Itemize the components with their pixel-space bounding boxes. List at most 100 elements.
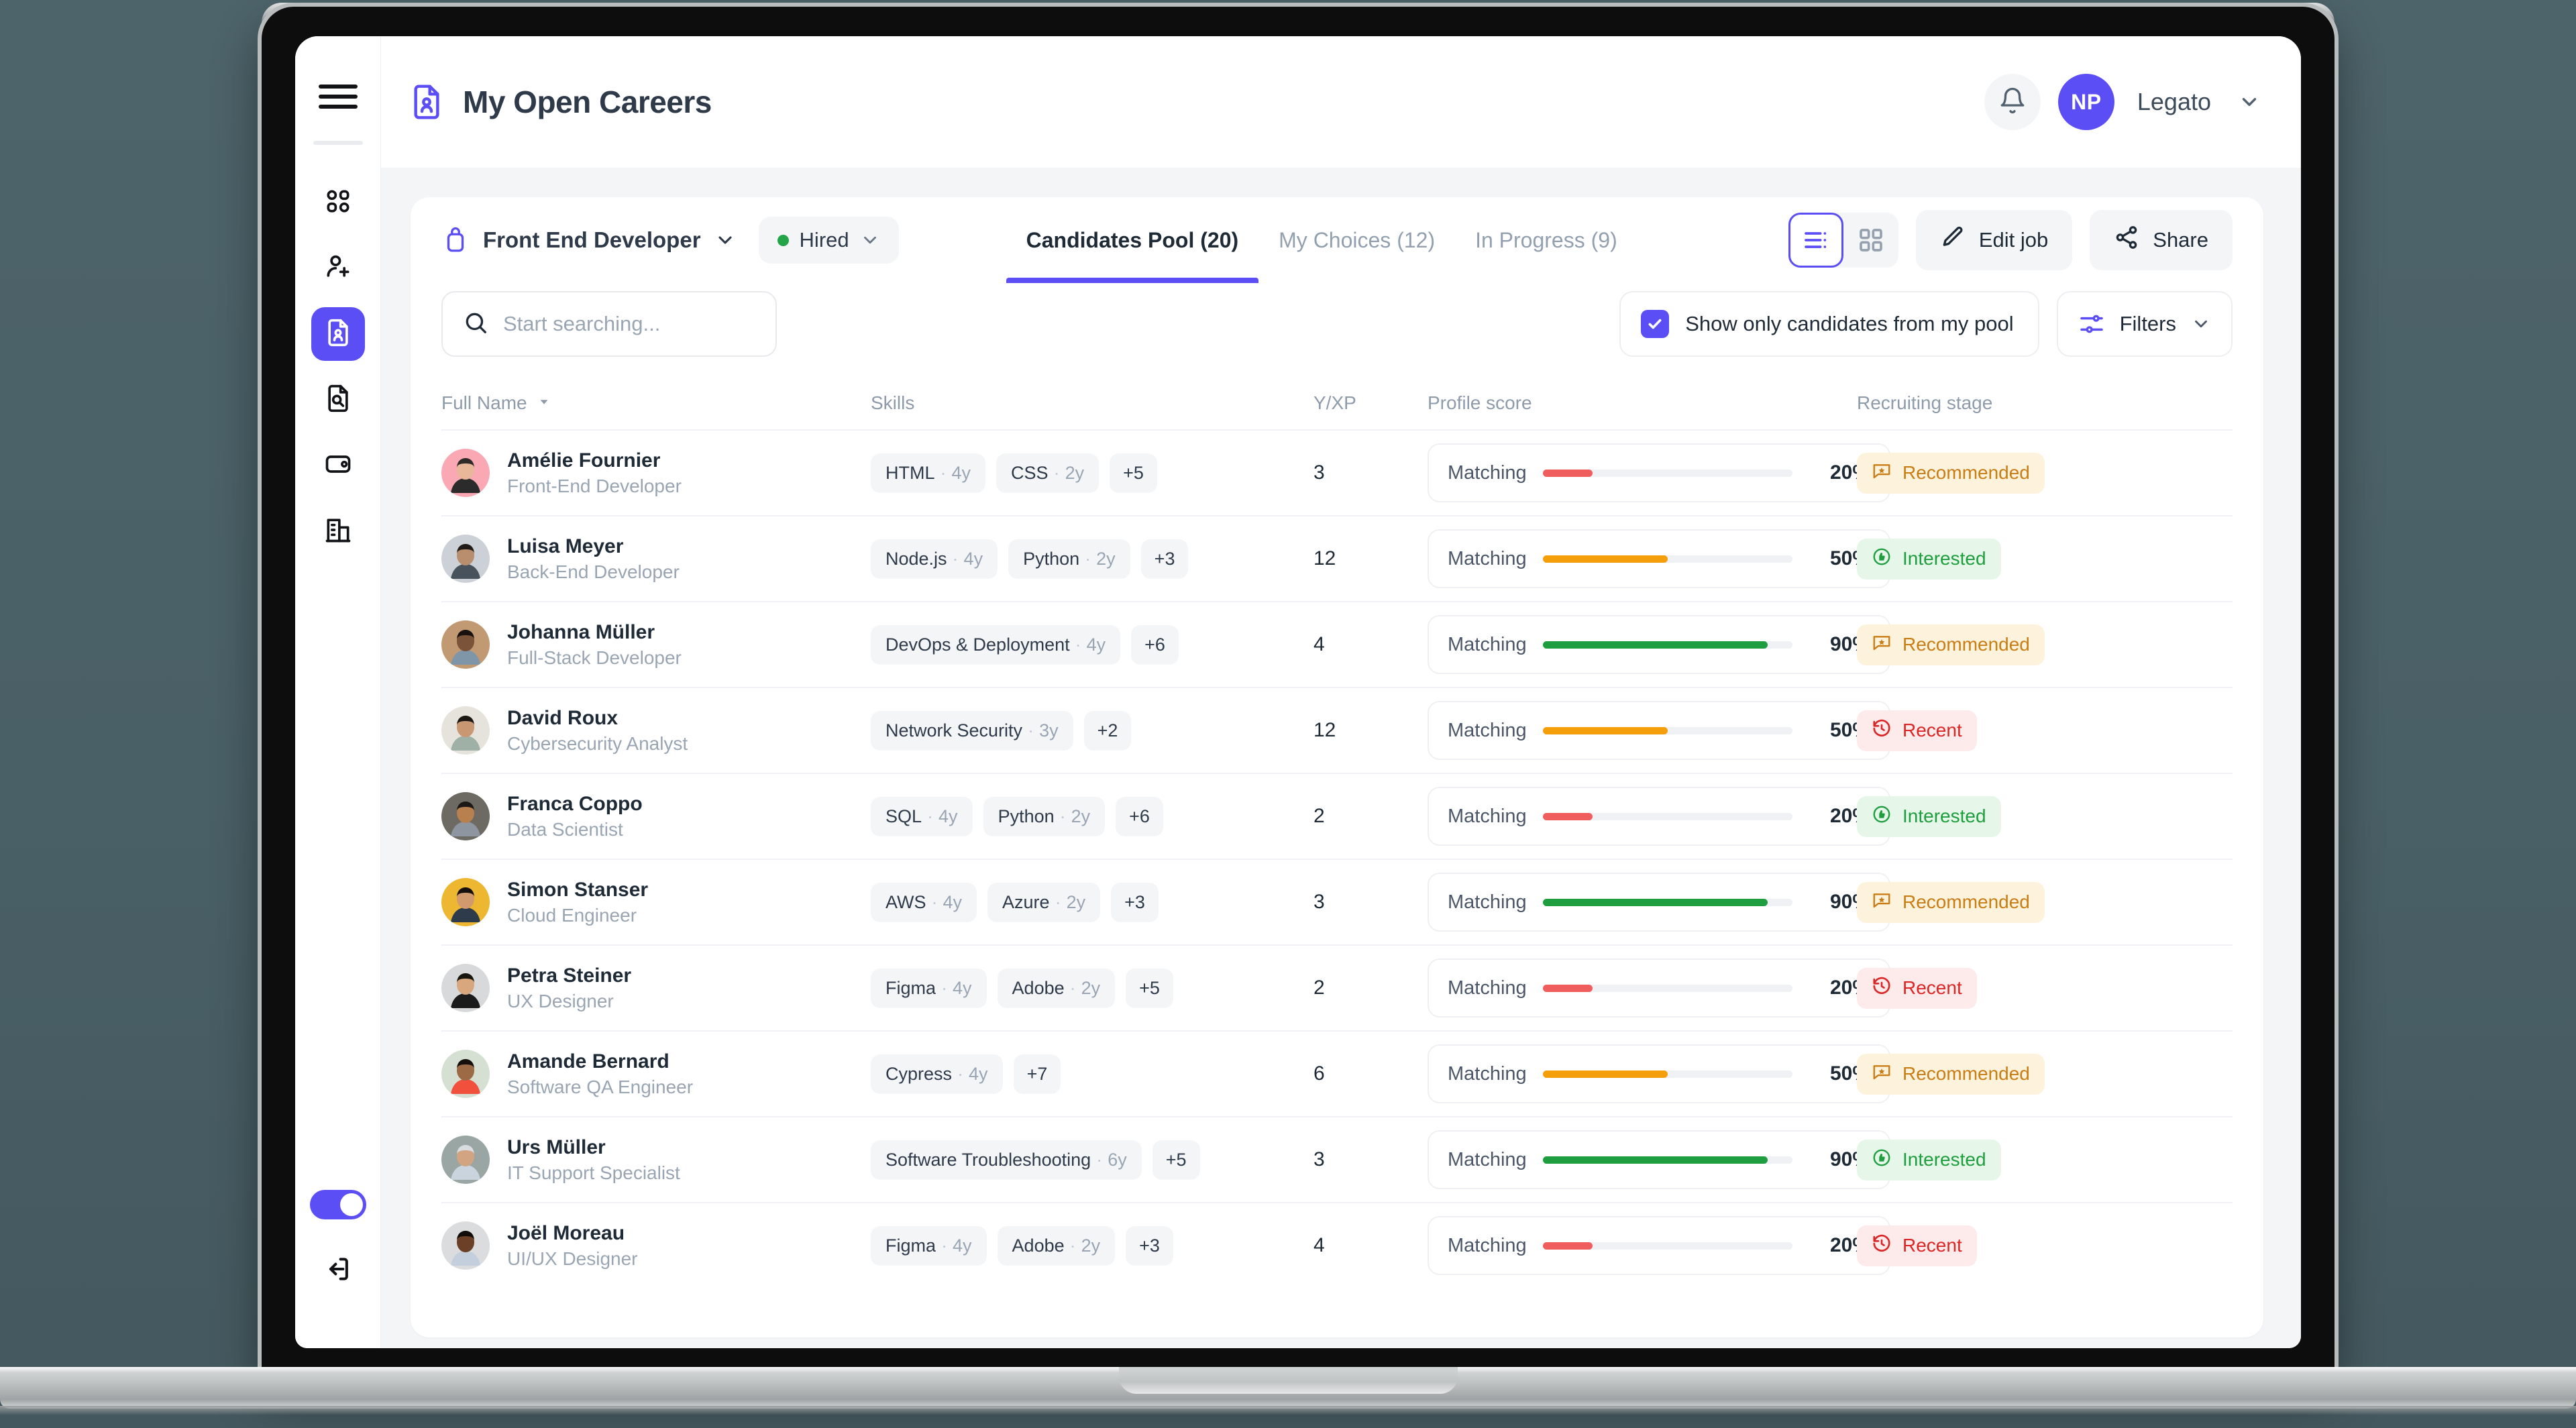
job-status-selector[interactable]: Hired [758,217,899,264]
skill-chip[interactable]: AWS · 4y [871,882,977,922]
table-row[interactable]: David Roux Cybersecurity Analyst Network S… [441,687,2233,773]
candidate-cell[interactable]: David Roux Cybersecurity Analyst [441,705,871,757]
candidate-cell[interactable]: Amélie Fournier Front-End Developer [441,447,871,499]
checkbox-checked-icon[interactable] [1641,310,1670,338]
skill-chip[interactable]: Adobe · 2y [997,1225,1116,1266]
grid-view-icon[interactable] [1843,213,1898,268]
skill-more-badge[interactable]: +5 [1126,968,1173,1008]
chevron-down-icon[interactable] [2191,314,2211,334]
yxp-value: 2 [1313,805,1325,827]
status-badge[interactable]: Interested [1857,795,2001,837]
status-badge[interactable]: Recent [1857,710,1977,751]
avatar[interactable]: NP [2057,74,2114,130]
status-badge[interactable]: Interested [1857,538,2001,580]
filters-button[interactable]: Filters [2056,291,2233,357]
candidate-cell[interactable]: Luisa Meyer Back-End Developer [441,533,871,585]
skill-chip[interactable]: Figma · 4y [871,1225,987,1266]
sidebar-item-2[interactable] [311,307,365,361]
skill-years: 6y [1108,1149,1127,1170]
skill-chip[interactable]: CSS · 2y [996,453,1099,493]
logout-arrow-icon[interactable] [319,1250,357,1288]
list-view-icon[interactable] [1788,213,1843,268]
skill-more-badge[interactable]: +6 [1131,624,1179,665]
skill-chip[interactable]: HTML · 4y [871,453,986,493]
skill-more-badge[interactable]: +7 [1013,1054,1061,1094]
table-row[interactable]: Johanna Müller Full-Stack Developer DevOps… [441,601,2233,687]
candidate-cell[interactable]: Amande Bernard Software QA Engineer [441,1048,871,1100]
status-badge[interactable]: Recommended [1857,624,2045,665]
status-badge[interactable]: Recommended [1857,452,2045,494]
status-dot-icon [777,234,789,246]
status-badge[interactable]: Recommended [1857,881,2045,923]
candidate-cell[interactable]: Petra Steiner UX Designer [441,963,871,1014]
chevron-down-icon[interactable] [860,230,880,250]
skill-more-badge[interactable]: +3 [1126,1225,1173,1266]
skill-chip[interactable]: Azure · 2y [987,882,1101,922]
skill-years: 4y [963,548,983,569]
search-box[interactable] [441,291,777,357]
tab-1[interactable]: My Choices (12) [1258,197,1455,283]
skill-chip[interactable]: Node.js · 4y [871,539,998,579]
profile-score-box: Matching 90% [1428,873,1890,932]
skill-chip[interactable]: Figma · 4y [871,968,987,1008]
sidebar-item-5[interactable] [311,504,365,558]
table-row[interactable]: Amande Bernard Software QA Engineer Cypres… [441,1030,2233,1116]
share-button[interactable]: Share [2090,210,2233,270]
candidate-cell[interactable]: Joël Moreau UI/UX Designer [441,1220,871,1272]
table-row[interactable]: Amélie Fournier Front-End Developer HTML · 4… [441,429,2233,515]
skills-cell: AWS · 4y Azure · 2y +3 [871,882,1313,922]
notifications-button[interactable] [1984,74,2041,130]
edit-job-button[interactable]: Edit job [1915,210,2073,270]
candidate-cell[interactable]: Urs Müller IT Support Specialist [441,1134,871,1186]
search-input[interactable] [503,312,755,336]
table-row[interactable]: Urs Müller IT Support Specialist Software … [441,1116,2233,1202]
filter-actions: Show only candidates from my pool Filter… [1619,291,2233,357]
skill-more-badge[interactable]: +6 [1116,796,1163,836]
skill-more-badge[interactable]: +2 [1083,710,1132,751]
candidate-cell[interactable]: Johanna Müller Full-Stack Developer [441,619,871,671]
skill-more-badge[interactable]: +3 [1111,882,1159,922]
theme-toggle-switch[interactable] [309,1190,366,1219]
column-header-yxp: Y/XP [1313,392,1428,414]
pool-filter-checkbox-row[interactable]: Show only candidates from my pool [1619,291,2039,357]
table-row[interactable]: Simon Stanser Cloud Engineer AWS · 4y Azure · 2… [441,859,2233,944]
chevron-down-icon[interactable] [714,229,736,251]
score-fill [1542,812,1593,820]
skill-chip[interactable]: Cypress · 4y [871,1054,1003,1094]
sidebar-item-4[interactable] [311,439,365,492]
skill-chip[interactable]: SQL · 4y [871,796,973,836]
tab-2[interactable]: In Progress (9) [1455,197,1638,283]
status-badge[interactable]: Recent [1857,967,1977,1009]
sidebar-item-1[interactable] [311,241,365,295]
score-track [1542,555,1792,563]
status-badge[interactable]: Recent [1857,1225,1977,1266]
sidebar-item-0[interactable] [311,176,365,229]
skill-more-badge[interactable]: +3 [1140,539,1189,579]
avatar [441,1049,490,1098]
table-row[interactable]: Petra Steiner UX Designer Figma · 4y Adobe · 2y… [441,944,2233,1030]
tab-0[interactable]: Candidates Pool (20) [1006,197,1259,283]
skill-chip[interactable]: Adobe · 2y [997,968,1116,1008]
column-header-name[interactable]: Full Name [441,392,871,414]
skill-chip[interactable]: Network Security · 3y [871,710,1073,751]
skill-more-badge[interactable]: +5 [1152,1140,1200,1180]
hamburger-menu-icon[interactable] [318,82,358,111]
status-badge[interactable]: Interested [1857,1139,2001,1180]
skill-chip[interactable]: Python · 2y [983,796,1106,836]
chevron-down-icon[interactable] [2238,91,2261,113]
table-row[interactable]: Luisa Meyer Back-End Developer Node.js · 4y P… [441,515,2233,601]
sidebar-item-3[interactable] [311,373,365,427]
job-selector[interactable]: Front End Developer [441,226,736,254]
candidate-cell[interactable]: Franca Coppo Data Scientist [441,791,871,842]
skill-chip[interactable]: Software Troubleshooting · 6y [871,1140,1142,1180]
skill-chip[interactable]: Python · 2y [1008,539,1130,579]
candidate-document-icon [408,83,445,121]
table-row[interactable]: Franca Coppo Data Scientist SQL · 4y Python · 2… [441,773,2233,859]
status-badge[interactable]: Recommended [1857,1053,2045,1095]
skill-more-badge[interactable]: +5 [1110,453,1157,493]
sort-caret-down-icon[interactable] [537,392,551,414]
table-row[interactable]: Joël Moreau UI/UX Designer Figma · 4y Adobe · 2… [441,1202,2233,1288]
user-name: Legato [2137,88,2211,115]
skill-chip[interactable]: DevOps & Deployment · 4y [871,624,1121,665]
candidate-cell[interactable]: Simon Stanser Cloud Engineer [441,877,871,928]
